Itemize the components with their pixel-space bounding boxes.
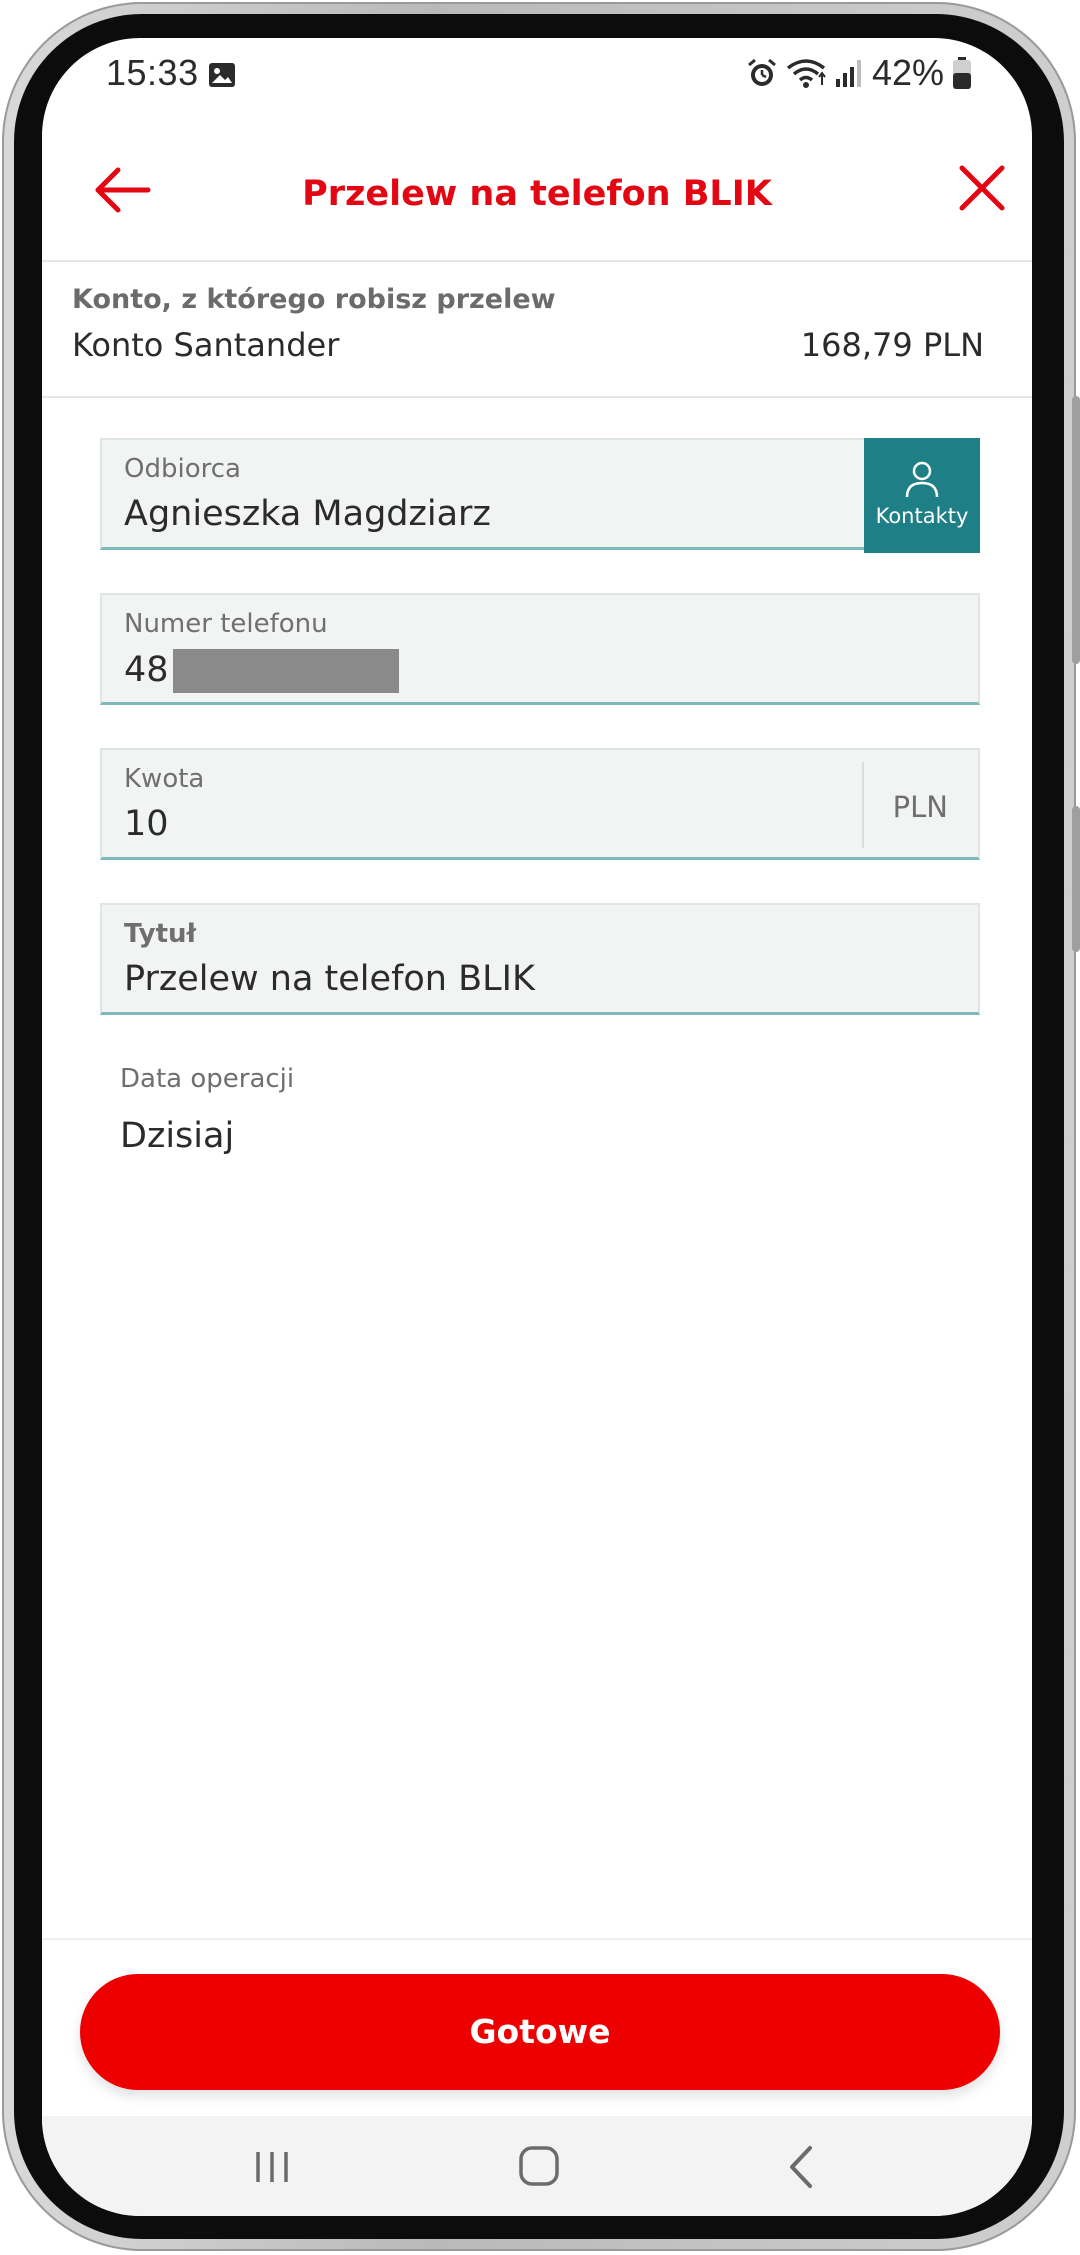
amount-field[interactable]: Kwota 10 PLN xyxy=(100,748,980,860)
recipient-field[interactable]: Odbiorca Agnieszka Magdziarz Kontakty xyxy=(100,438,980,553)
contacts-label: Kontakty xyxy=(875,504,969,528)
close-icon[interactable] xyxy=(954,160,1010,216)
bottom-divider xyxy=(42,1938,1032,1940)
date-value[interactable]: Dzisiaj xyxy=(120,1116,234,1156)
title-field[interactable]: Tytuł Przelew na telefon BLIK xyxy=(100,903,980,1015)
source-account[interactable]: Konto, z którego robisz przelew Konto Sa… xyxy=(42,262,1032,398)
status-bar: 15:33 42% xyxy=(42,38,1032,118)
phone-prefix: 48 xyxy=(124,650,169,690)
redacted-block xyxy=(172,649,399,693)
system-nav-bar xyxy=(42,2116,1032,2216)
phone-value[interactable]: 48 xyxy=(124,649,399,693)
account-balance: 168,79 PLN xyxy=(800,326,984,364)
amount-value[interactable]: 10 xyxy=(124,804,169,844)
account-name: Konto Santander xyxy=(72,326,340,364)
page-title: Przelew na telefon BLIK xyxy=(302,174,772,214)
volume-button xyxy=(1072,396,1080,664)
signal-icon xyxy=(835,60,861,87)
status-time: 15:33 xyxy=(106,52,199,93)
device-stage: 15:33 42% Przelew na telefon BLIK Konto,… xyxy=(0,0,1080,2255)
currency-label: PLN xyxy=(892,790,948,824)
currency-divider xyxy=(862,762,864,848)
recipient-value[interactable]: Agnieszka Magdziarz xyxy=(124,494,491,534)
status-icons: 42% xyxy=(746,52,972,94)
alarm-icon xyxy=(747,58,776,86)
power-button xyxy=(1072,806,1080,952)
amount-label: Kwota xyxy=(124,764,205,794)
date-label: Data operacji xyxy=(120,1064,295,1094)
back-icon[interactable] xyxy=(772,2136,832,2196)
wifi-icon xyxy=(786,59,826,88)
person-icon xyxy=(905,461,939,498)
battery-percent: 42% xyxy=(871,52,944,93)
phone-field[interactable]: Numer telefonu 48 xyxy=(100,593,980,705)
source-account-label: Konto, z którego robisz przelew xyxy=(72,284,556,315)
title-value[interactable]: Przelew na telefon BLIK xyxy=(124,959,535,999)
phone-label: Numer telefonu xyxy=(124,609,328,639)
home-icon[interactable] xyxy=(509,2136,569,2196)
recipient-label: Odbiorca xyxy=(124,454,241,484)
done-button[interactable]: Gotowe xyxy=(80,1974,1000,2090)
title-label: Tytuł xyxy=(124,919,197,949)
recent-apps-icon[interactable] xyxy=(242,2136,302,2196)
app-header: Przelew na telefon BLIK xyxy=(42,126,1032,262)
battery-icon xyxy=(953,57,971,89)
contacts-button[interactable]: Kontakty xyxy=(864,438,980,553)
image-icon xyxy=(209,63,235,87)
screen: 15:33 42% Przelew na telefon BLIK Konto,… xyxy=(42,38,1032,2216)
